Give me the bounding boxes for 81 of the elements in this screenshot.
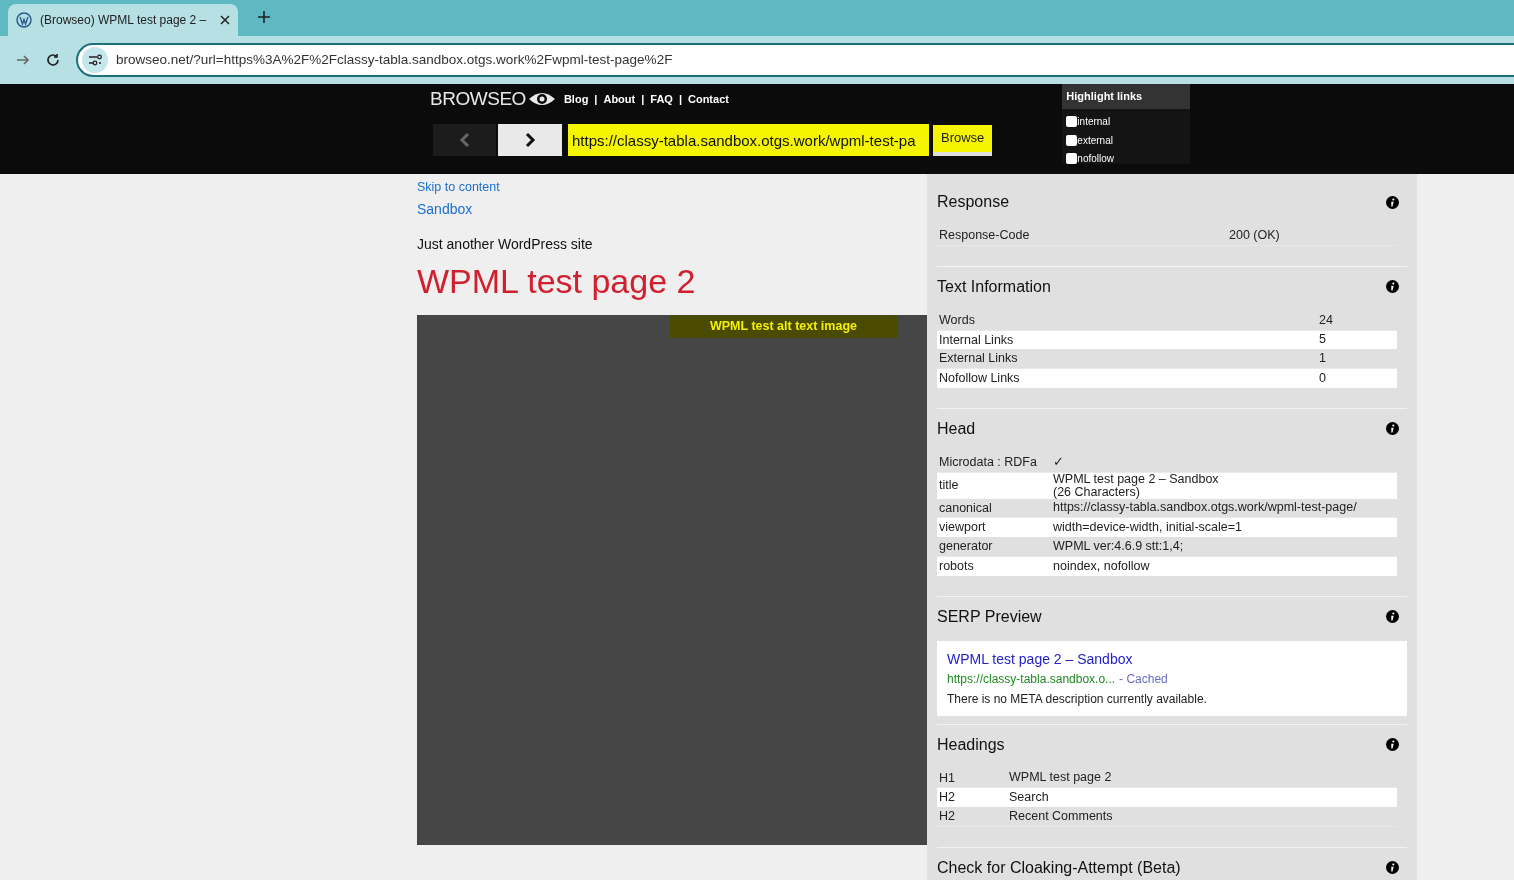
url-input[interactable]: https://classy-tabla.sandbox.otgs.work/wpml-test-pa [568, 124, 929, 156]
serp-description: There is no META description currently available. [947, 690, 1208, 708]
info-icon[interactable] [1386, 195, 1399, 209]
serp-url: https://classy-tabla.sandbox.o... [947, 670, 1116, 688]
chevron-right-icon [524, 132, 536, 148]
row-value: WPML test page 2 – Sandbox [1053, 472, 1219, 486]
nav-link[interactable]: Blog [563, 90, 589, 108]
skip-link[interactable]: Skip to content [417, 178, 500, 197]
row-value: 200 (OK) [1229, 228, 1280, 242]
info-icon[interactable] [1386, 610, 1399, 623]
tagline: Just another WordPress site [417, 234, 594, 254]
site-settings-icon[interactable] [82, 47, 108, 73]
nav-link[interactable]: Contact [688, 90, 729, 108]
info-icon[interactable] [1386, 422, 1399, 436]
cached-link[interactable]: - Cached [1119, 669, 1168, 688]
new-tab-icon[interactable] [258, 11, 270, 23]
address-bar[interactable]: browseo.net/?url=https%3A%2F%2Fclassy-tabla.sandbox.otgs.work%2Fwpml-test-page%2F [76, 43, 1514, 77]
nav-link[interactable]: About [603, 90, 636, 108]
row-value: 24 [1319, 313, 1333, 327]
row-value: Search [1009, 791, 1049, 805]
panel-title: Head [937, 418, 976, 439]
info-icon[interactable] [1386, 861, 1399, 875]
row-label: H1 [939, 769, 956, 787]
nav-separator: | [678, 91, 682, 107]
row-label: External Links [939, 350, 1019, 368]
page-heading: WPML test page 2 [417, 260, 697, 301]
eye-icon [527, 90, 556, 108]
row-label: Words [939, 311, 976, 329]
row-label: generator [939, 538, 994, 555]
checkbox-label: internal [1077, 116, 1111, 127]
checkbox-label: nofollow [1077, 153, 1115, 164]
panel-title: Check for Cloaking-Attempt (Beta) [937, 857, 1181, 878]
row-note: (26 Characters) [1053, 485, 1140, 499]
image-alt-text: WPML test alt text image [669, 314, 897, 338]
nav-separator: | [594, 91, 598, 107]
chevron-left-icon [458, 132, 471, 148]
close-icon[interactable] [220, 15, 230, 25]
row-value: 0 [1319, 371, 1326, 385]
checkbox-label: external [1077, 134, 1113, 146]
row-label: viewport [939, 519, 987, 537]
serp-title-link[interactable]: WPML test page 2 – Sandbox [947, 648, 1397, 670]
tab-title: (Browseo) WPML test page 2 – [40, 12, 207, 29]
panel-title: SERP Preview [937, 606, 1042, 627]
panel-title: Headings [937, 734, 1005, 755]
highlight-checkbox[interactable] [1066, 134, 1078, 146]
row-label: Microdata : RDFa [939, 453, 1038, 471]
forward-icon[interactable] [16, 53, 30, 67]
row-value: https://classy-tabla.sandbox.otgs.work/wpml-test-page/ [1053, 501, 1357, 515]
row-label: canonical [939, 499, 993, 517]
row-value: 5 [1319, 333, 1326, 347]
row-label: H2 [939, 789, 956, 807]
nav-link[interactable]: FAQ [650, 90, 673, 108]
row-value: ✓ [1053, 455, 1064, 469]
row-label: Response-Code [939, 227, 1031, 244]
row-value: WPML test page 2 [1009, 771, 1112, 785]
row-value: width=device-width, initial-scale=1 [1053, 521, 1242, 535]
reload-icon[interactable] [46, 53, 60, 67]
row-label: Nofollow Links [939, 370, 1021, 387]
panel-title: Response [937, 192, 1010, 212]
row-value: Recent Comments [1009, 809, 1113, 823]
row-label: Internal Links [939, 331, 1015, 349]
row-label: title [939, 477, 960, 495]
row-value: WPML ver:4.6.9 stt:1,4; [1053, 539, 1184, 553]
info-icon[interactable] [1386, 280, 1399, 294]
nav-separator: | [641, 91, 645, 107]
panel-title: Text Information [937, 276, 1051, 297]
highlight-checkbox[interactable] [1066, 153, 1078, 164]
highlight-links-title: Highlight links [1062, 84, 1191, 109]
browse-button[interactable]: Browse [933, 124, 993, 156]
wordpress-icon [16, 12, 32, 28]
forward-button[interactable] [498, 124, 562, 156]
browser-tab[interactable]: (Browseo) WPML test page 2 – [8, 4, 238, 36]
browseo-logo[interactable]: BROWSEO [430, 84, 526, 114]
row-label: H2 [939, 808, 956, 825]
highlight-checkbox[interactable] [1066, 116, 1078, 127]
row-value: 1 [1319, 352, 1326, 366]
site-title-link[interactable]: Sandbox [417, 198, 473, 220]
url-text: browseo.net/?url=https%3A%2F%2Fclassy-tabla.sandbox.otgs.work%2Fwpml-test-page%2F [116, 50, 673, 69]
row-value: noindex, nofollow [1053, 559, 1150, 573]
info-icon[interactable] [1386, 738, 1399, 751]
row-label: robots [939, 557, 975, 575]
